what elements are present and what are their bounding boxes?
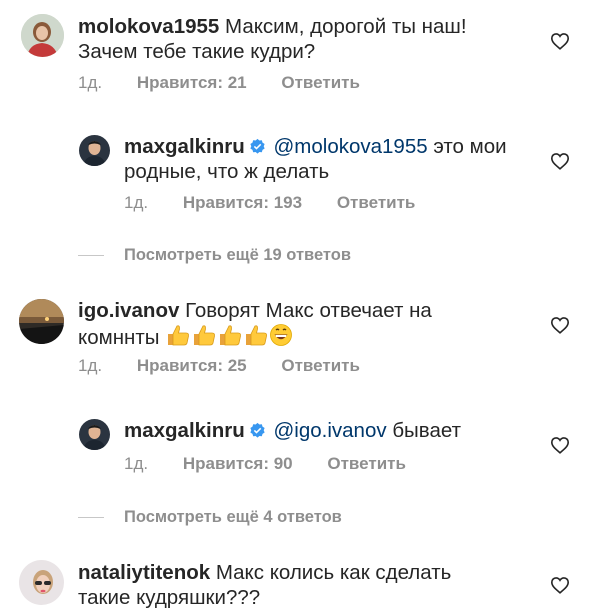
avatar[interactable] <box>19 560 64 605</box>
heart-outline-icon[interactable] <box>550 576 570 594</box>
comment-text: nataliytitenok Макс колись как сделать т… <box>78 560 548 610</box>
comment-time: 1д. <box>78 356 103 375</box>
likes-count[interactable]: Нравится: 21 <box>137 73 247 92</box>
avatar[interactable] <box>79 135 110 166</box>
reply-username[interactable]: maxgalkinru <box>124 419 245 442</box>
thumbs-up-emoji-icon <box>194 325 216 346</box>
avatar[interactable] <box>21 14 64 57</box>
comment-text: igo.ivanov Говорят Макс отвечает на комн… <box>78 298 548 350</box>
thumbs-up-emoji-icon <box>246 325 268 346</box>
reply-time: 1д. <box>124 454 149 473</box>
reply-button[interactable]: Ответить <box>337 193 416 212</box>
comment-time: 1д. <box>78 73 103 92</box>
divider-line <box>78 517 104 519</box>
mention-link[interactable]: @igo.ivanov <box>273 419 386 442</box>
reply-username[interactable]: maxgalkinru <box>124 135 245 158</box>
verified-badge-icon <box>250 422 265 438</box>
divider-line <box>78 255 104 257</box>
reply-body-line1: бывает <box>392 419 461 442</box>
avatar[interactable] <box>79 419 110 450</box>
comment-username[interactable]: molokova1955 <box>78 15 219 38</box>
reply-body-line2: родные, что ж делать <box>124 160 330 183</box>
comment-text: molokova1955 Максим, дорогой ты наш! Зач… <box>78 14 558 64</box>
comment-body-line2: такие кудряшки??? <box>78 586 261 609</box>
comment-meta: 1д. Нравится: 21 Ответить <box>78 73 360 93</box>
reply-text: maxgalkinru @molokova1955 это мои родные… <box>124 134 554 184</box>
thumbs-up-emoji-icon <box>168 325 190 346</box>
reply-meta: 1д. Нравится: 90 Ответить <box>124 454 406 474</box>
reply-time: 1д. <box>124 193 149 212</box>
thumbs-up-emoji-icon <box>220 325 242 346</box>
comment-meta: 1д. Нравится: 25 Ответить <box>78 356 360 376</box>
view-more-label[interactable]: Посмотреть ещё 4 ответов <box>124 508 342 526</box>
view-more-replies[interactable]: Посмотреть ещё 4 ответов <box>78 507 342 527</box>
reply-meta: 1д. Нравится: 193 Ответить <box>124 193 415 213</box>
reply-button[interactable]: Ответить <box>281 73 360 92</box>
likes-count[interactable]: Нравится: 25 <box>137 356 247 375</box>
comment-body-line1: Максим, дорогой ты наш! <box>225 15 467 38</box>
view-more-label[interactable]: Посмотреть ещё 19 ответов <box>124 246 351 264</box>
reply-text: maxgalkinru @igo.ivanov бывает <box>124 418 554 443</box>
comment-body-line1: Говорят Макс отвечает на <box>185 299 432 322</box>
reply-button[interactable]: Ответить <box>327 454 406 473</box>
avatar[interactable] <box>19 299 64 344</box>
reply-body-line1: это мои <box>433 135 507 158</box>
emoji-group <box>159 324 293 349</box>
comment-body-line2: комннты <box>78 326 160 349</box>
comment-body-line2: Зачем тебе такие кудри? <box>78 40 316 63</box>
comment-username[interactable]: igo.ivanov <box>78 299 179 322</box>
verified-badge-icon <box>250 138 265 154</box>
comment-username[interactable]: nataliytitenok <box>78 561 210 584</box>
heart-outline-icon[interactable] <box>550 32 570 50</box>
likes-count[interactable]: Нравится: 193 <box>183 193 302 212</box>
mention-link[interactable]: @molokova1955 <box>273 135 427 158</box>
comment-body-line1: Макс колись как сделать <box>215 561 452 584</box>
likes-count[interactable]: Нравится: 90 <box>183 454 293 473</box>
reply-button[interactable]: Ответить <box>281 356 360 375</box>
view-more-replies[interactable]: Посмотреть ещё 19 ответов <box>78 245 351 265</box>
heart-outline-icon[interactable] <box>550 436 570 454</box>
heart-outline-icon[interactable] <box>550 152 570 170</box>
heart-outline-icon[interactable] <box>550 316 570 334</box>
grinning-face-emoji-icon <box>270 324 293 346</box>
